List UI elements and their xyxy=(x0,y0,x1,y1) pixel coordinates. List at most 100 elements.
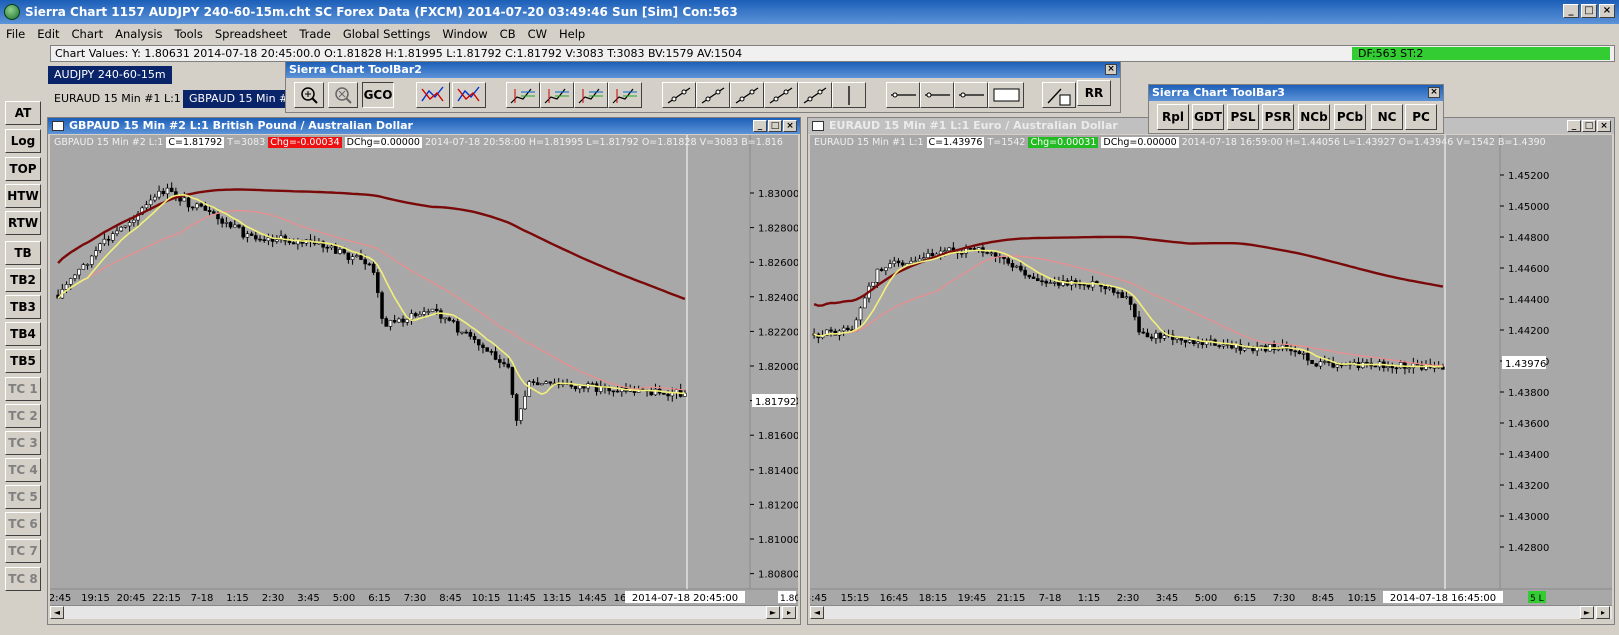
toolbar3-close-button[interactable]: × xyxy=(1428,87,1440,98)
parallel-line-button[interactable] xyxy=(798,82,832,108)
polyline-tool-button[interactable] xyxy=(764,82,798,108)
side-button-tb2[interactable]: TB2 xyxy=(5,268,41,292)
menu-global-settings[interactable]: Global Settings xyxy=(337,27,437,41)
bar-chart-button[interactable] xyxy=(506,82,540,108)
menu-analysis[interactable]: Analysis xyxy=(109,27,168,41)
toolbar3-button-psl[interactable]: PSL xyxy=(1227,104,1259,130)
chart-minimize-button[interactable]: _ xyxy=(1567,120,1581,132)
side-button-tb3[interactable]: TB3 xyxy=(5,295,41,319)
menu-file[interactable]: File xyxy=(0,27,31,41)
minimize-button[interactable]: _ xyxy=(1563,4,1579,18)
chart-maximize-button[interactable]: □ xyxy=(1582,120,1596,132)
side-button-tc-3[interactable]: TC 3 xyxy=(5,431,41,455)
menu-cb[interactable]: CB xyxy=(494,27,522,41)
side-button-tb4[interactable]: TB4 xyxy=(5,322,41,346)
menu-spreadsheet[interactable]: Spreadsheet xyxy=(209,27,293,41)
side-button-tb5[interactable]: TB5 xyxy=(5,349,41,373)
scroll-right-small-arrow[interactable]: ▸ xyxy=(782,606,796,619)
toolbar3-button-pc[interactable]: PC xyxy=(1405,104,1437,130)
chart-plot-area[interactable]: 1.83000 1.82800 1.82600 1.82400 1.82200 1.820… xyxy=(49,135,812,605)
bar-chart-f-button[interactable] xyxy=(608,82,642,108)
candle-down xyxy=(220,218,224,224)
study-ma-button[interactable] xyxy=(416,82,450,108)
extended-line-button[interactable] xyxy=(730,82,764,108)
candle-down xyxy=(1120,292,1124,298)
menu-edit[interactable]: Edit xyxy=(31,27,65,41)
toolbar3-button-psr[interactable]: PSR xyxy=(1262,104,1294,130)
candle-up xyxy=(653,388,658,396)
horizontal-ray-button[interactable] xyxy=(886,82,920,108)
side-button-rtw[interactable]: RTW xyxy=(5,211,41,235)
gco-button[interactable]: GCO xyxy=(362,82,394,108)
chart-close-button[interactable]: × xyxy=(783,120,797,132)
toolbar3-button-pcb[interactable]: PCb xyxy=(1334,104,1366,130)
toolbar3-button-ncb[interactable]: NCb xyxy=(1298,104,1330,130)
horizontal-scrollbar[interactable]: ◄ ► ▸ xyxy=(810,605,1612,619)
vertical-line-button[interactable] xyxy=(832,82,866,108)
rr-button[interactable]: RR xyxy=(1077,80,1111,106)
menu-trade[interactable]: Trade xyxy=(293,27,337,41)
price-chart-svg[interactable]: 1.83000 1.82800 1.82600 1.82400 1.82200 1.820… xyxy=(49,135,812,605)
side-button-htw[interactable]: HTW xyxy=(5,184,41,208)
chart-maximize-button[interactable]: □ xyxy=(768,120,782,132)
menu-chart[interactable]: Chart xyxy=(66,27,110,41)
tab-euraud[interactable]: EURAUD 15 Min #1 L:1 xyxy=(48,90,187,108)
side-button-tc-5[interactable]: TC 5 xyxy=(5,485,41,509)
scroll-right-arrow[interactable]: ► xyxy=(1580,606,1594,619)
x-tick-label: 22:15 xyxy=(152,593,181,604)
menu-help[interactable]: Help xyxy=(553,27,591,41)
price-chart-svg[interactable]: 1.45200 1.45000 1.44800 1.44600 1.44400 1.442… xyxy=(805,135,1612,605)
candle-down xyxy=(237,224,241,228)
tab-gbpaud[interactable]: GBPAUD 15 Min # xyxy=(183,90,295,108)
candle-up xyxy=(275,239,279,242)
y-tick-label: 1.45000 xyxy=(1508,202,1549,213)
toolbar3-button-rpl[interactable]: Rpl xyxy=(1157,104,1189,130)
scroll-left-arrow[interactable]: ◄ xyxy=(810,606,824,619)
rectangle-tool-button[interactable] xyxy=(988,82,1024,108)
bar-chart-f-icon xyxy=(612,88,637,104)
side-button-tc-4[interactable]: TC 4 xyxy=(5,458,41,482)
toolbar2-close-button[interactable]: × xyxy=(1105,64,1117,75)
y-tick-label: 1.81200 xyxy=(758,500,798,511)
chart-minimize-button[interactable]: _ xyxy=(753,120,767,132)
bar-chart-3-button[interactable] xyxy=(574,82,608,108)
menu-tools[interactable]: Tools xyxy=(169,27,209,41)
menu-cw[interactable]: CW xyxy=(522,27,553,41)
side-button-tc-1[interactable]: TC 1 xyxy=(5,377,41,401)
horizontal-scrollbar[interactable]: ◄ ► ▸ xyxy=(50,605,798,619)
side-button-log[interactable]: Log xyxy=(5,129,41,153)
chartbook-tab[interactable]: AUDJPY 240-60-15m xyxy=(48,66,172,84)
side-button-tb[interactable]: TB xyxy=(5,241,41,265)
chart-close-button[interactable]: × xyxy=(1597,120,1611,132)
info-symbol: GBPAUD 15 Min #2 L:1 xyxy=(54,137,164,148)
horizontal-line-button[interactable] xyxy=(920,82,954,108)
y-tick-label: 1.43000 xyxy=(1508,512,1549,523)
y-tick-label: 1.42800 xyxy=(1508,543,1549,554)
maximize-button[interactable]: □ xyxy=(1581,4,1597,18)
y-tick-label: 1.44200 xyxy=(1508,326,1549,337)
side-button-tc-6[interactable]: TC 6 xyxy=(5,512,41,536)
side-button-tc-7[interactable]: TC 7 xyxy=(5,539,41,563)
scroll-left-arrow[interactable]: ◄ xyxy=(50,606,64,619)
side-button-at[interactable]: AT xyxy=(5,101,41,125)
calculator-tool-button[interactable] xyxy=(1042,82,1076,108)
ray-tool-button[interactable] xyxy=(696,82,730,108)
chart-plot-area[interactable]: 1.45200 1.45000 1.44800 1.44600 1.44400 1.442… xyxy=(805,135,1612,605)
candle-up xyxy=(527,381,532,397)
side-button-tc-2[interactable]: TC 2 xyxy=(5,404,41,428)
menu-window[interactable]: Window xyxy=(436,27,493,41)
zoom-out-tool-button[interactable] xyxy=(328,82,358,108)
candle-up xyxy=(1335,364,1340,368)
scroll-right-small-arrow[interactable]: ▸ xyxy=(1596,606,1610,619)
toolbar3-button-nc[interactable]: NC xyxy=(1371,104,1403,130)
close-button[interactable]: × xyxy=(1599,4,1615,18)
toolbar3-button-gdt[interactable]: GDT xyxy=(1192,104,1224,130)
bar-chart-2-button[interactable] xyxy=(540,82,574,108)
line-tool-button[interactable] xyxy=(662,82,696,108)
side-button-tc-8[interactable]: TC 8 xyxy=(5,567,41,591)
horizontal-segment-button[interactable] xyxy=(954,82,988,108)
study-ma2-button[interactable] xyxy=(452,82,486,108)
side-button-top[interactable]: TOP xyxy=(5,157,41,181)
scroll-right-arrow[interactable]: ► xyxy=(766,606,780,619)
zoom-in-tool-button[interactable] xyxy=(294,82,324,108)
